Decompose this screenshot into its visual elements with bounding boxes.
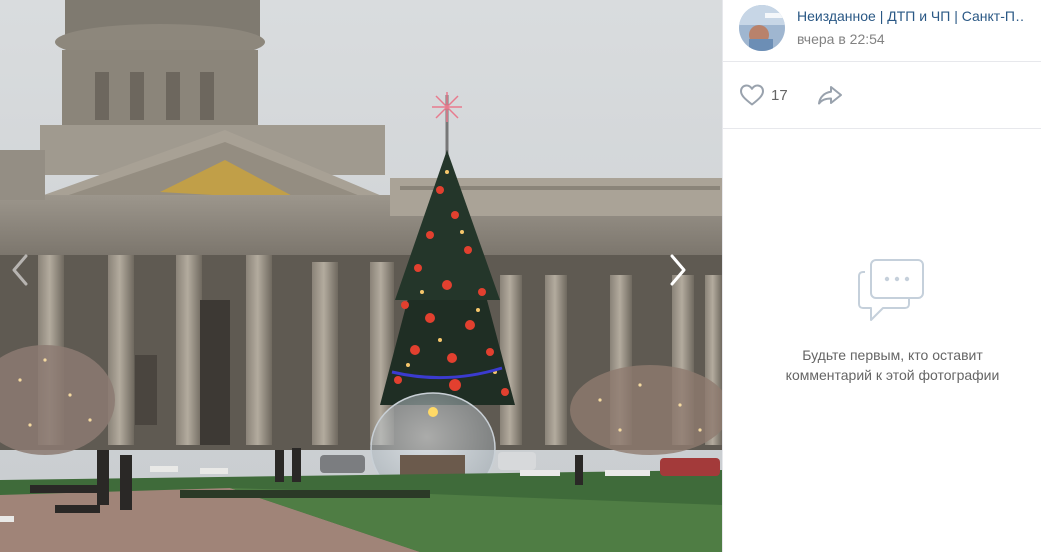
post-actions: 17 xyxy=(723,62,1041,129)
post-time[interactable]: вчера в 22:54 xyxy=(797,30,1025,48)
photo-viewer[interactable] xyxy=(0,0,722,552)
previous-photo-button[interactable] xyxy=(0,248,40,292)
empty-comments-line-1: Будьте первым, кто оставит xyxy=(802,347,983,363)
post-header: Неизданное | ДТП и ЧП | Санкт-П… вчера в… xyxy=(723,0,1041,62)
heart-icon xyxy=(740,84,764,106)
empty-comments-line-2: комментарий к этой фотографии xyxy=(785,367,1000,383)
speech-bubble-icon xyxy=(858,259,924,321)
photo-kazan-cathedral-christmas-tree xyxy=(0,0,722,552)
community-avatar-image xyxy=(739,5,785,51)
avatar[interactable] xyxy=(739,5,785,51)
post-author-link[interactable]: Неизданное | ДТП и ЧП | Санкт-П… xyxy=(797,7,1025,25)
photo-sidebar: Неизданное | ДТП и ЧП | Санкт-П… вчера в… xyxy=(722,0,1041,552)
next-photo-button[interactable] xyxy=(658,248,698,292)
comments-empty-state: Будьте первым, кто оставит комментарий к… xyxy=(723,130,1041,552)
share-arrow-icon xyxy=(817,86,842,105)
like-count: 17 xyxy=(771,86,788,104)
chevron-left-icon xyxy=(12,254,28,286)
share-button[interactable] xyxy=(816,84,844,106)
chevron-right-icon xyxy=(670,254,686,286)
like-button[interactable]: 17 xyxy=(739,83,788,107)
